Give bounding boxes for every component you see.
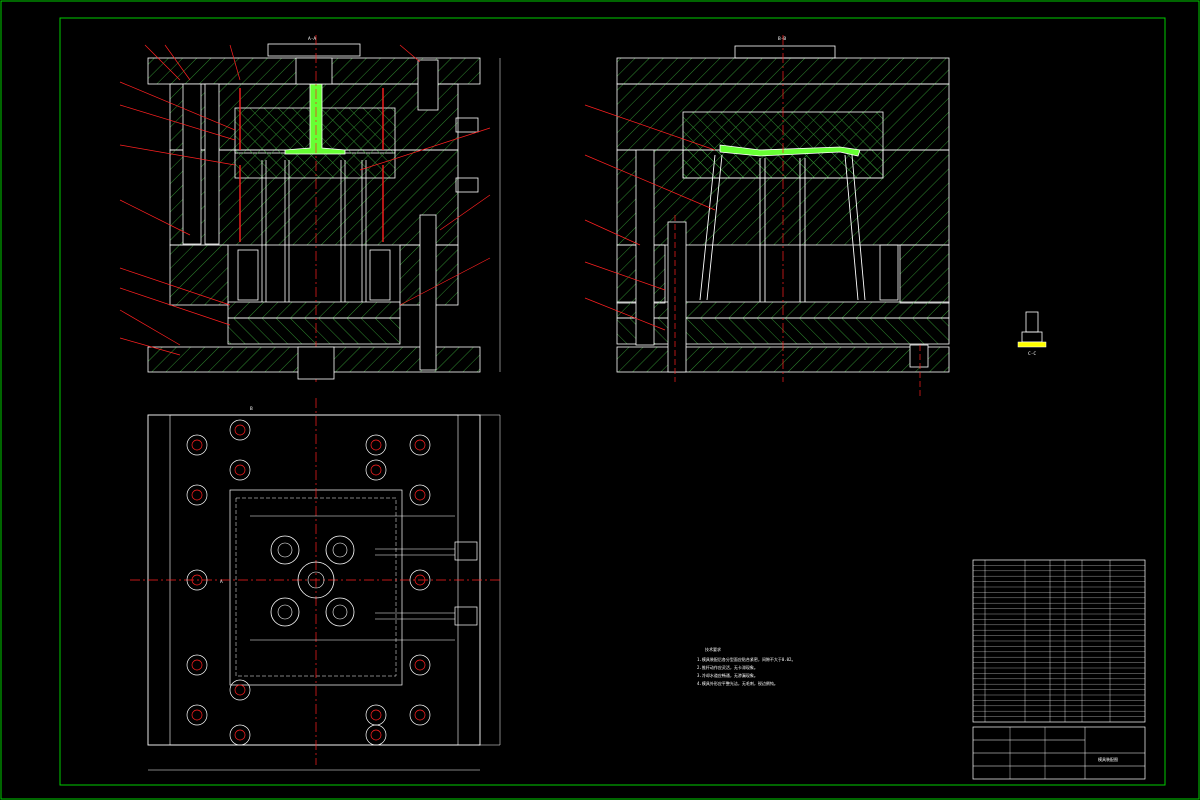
- bolt-hole-center: [234, 464, 246, 476]
- drawing-title: 模具装配图: [1098, 756, 1118, 762]
- technical-notes: 技术要求 1.模具装配后各分型面应贴合紧密，间隙不大于0.02。 2.推杆动作应…: [697, 646, 795, 686]
- bolt-hole-center: [370, 464, 382, 476]
- bolt-hole: [186, 484, 208, 506]
- bolt-hole: [365, 724, 387, 746]
- bolt-hole-center: [191, 489, 203, 501]
- notes-heading: 技术要求: [705, 646, 721, 652]
- bolt-hole: [365, 459, 387, 481]
- cad-drawing-canvas: 模具装配图 A-A B-B C-C A B 技术要求 1.模具装配后各分型面应贴…: [0, 0, 1200, 800]
- bom-table: [972, 559, 1146, 723]
- bolt-hole: [229, 419, 251, 441]
- bolt-hole: [365, 704, 387, 726]
- bolt-hole-center: [370, 709, 382, 721]
- bolt-hole: [229, 459, 251, 481]
- section-a-label: A-A: [308, 36, 316, 42]
- notes-line: 2.推杆动作应灵活，无卡滞现象。: [697, 664, 758, 670]
- bolt-hole: [229, 679, 251, 701]
- detail-view-c: [1017, 311, 1047, 348]
- cavity: [270, 597, 300, 627]
- bolt-hole-center: [414, 489, 426, 501]
- bolt-hole: [186, 654, 208, 676]
- bolt-hole-center: [191, 439, 203, 451]
- cavity: [270, 535, 300, 565]
- notes-line: 4.模具外形应平整光洁，无毛刺，锐边倒钝。: [697, 680, 778, 686]
- bolt-hole: [409, 484, 431, 506]
- bolt-hole-center: [370, 439, 382, 451]
- title-block: 模具装配图: [972, 726, 1146, 780]
- section-view-b: [584, 35, 950, 398]
- cavity-core: [332, 604, 348, 620]
- cavity-core: [277, 604, 293, 620]
- cavity: [325, 535, 355, 565]
- detail-c-label: C-C: [1028, 351, 1036, 357]
- bolt-hole: [409, 434, 431, 456]
- bolt-hole-center: [370, 729, 382, 741]
- bolt-hole-center: [414, 659, 426, 671]
- notes-line: 3.冷却水道应畅通，无渗漏现象。: [697, 672, 758, 678]
- plan-mark-b: B: [250, 406, 253, 412]
- bolt-hole-center: [414, 709, 426, 721]
- bolt-hole: [365, 434, 387, 456]
- notes-line: 1.模具装配后各分型面应贴合紧密，间隙不大于0.02。: [697, 656, 795, 662]
- bolt-hole-center: [414, 439, 426, 451]
- plan-view: [130, 398, 501, 771]
- bolt-hole-center: [234, 424, 246, 436]
- bolt-hole: [409, 704, 431, 726]
- section-view-a: [119, 35, 501, 382]
- bolt-hole-center: [191, 659, 203, 671]
- cavity-core: [277, 542, 293, 558]
- section-b-label: B-B: [778, 36, 786, 42]
- bolt-hole-center: [234, 684, 246, 696]
- bolt-hole-center: [234, 729, 246, 741]
- bolt-hole-center: [191, 709, 203, 721]
- plan-mark-a: A: [220, 579, 223, 585]
- cavity: [325, 597, 355, 627]
- bolt-hole: [186, 704, 208, 726]
- bolt-hole: [186, 434, 208, 456]
- bolt-hole: [409, 654, 431, 676]
- cavity-core: [332, 542, 348, 558]
- bolt-hole: [229, 724, 251, 746]
